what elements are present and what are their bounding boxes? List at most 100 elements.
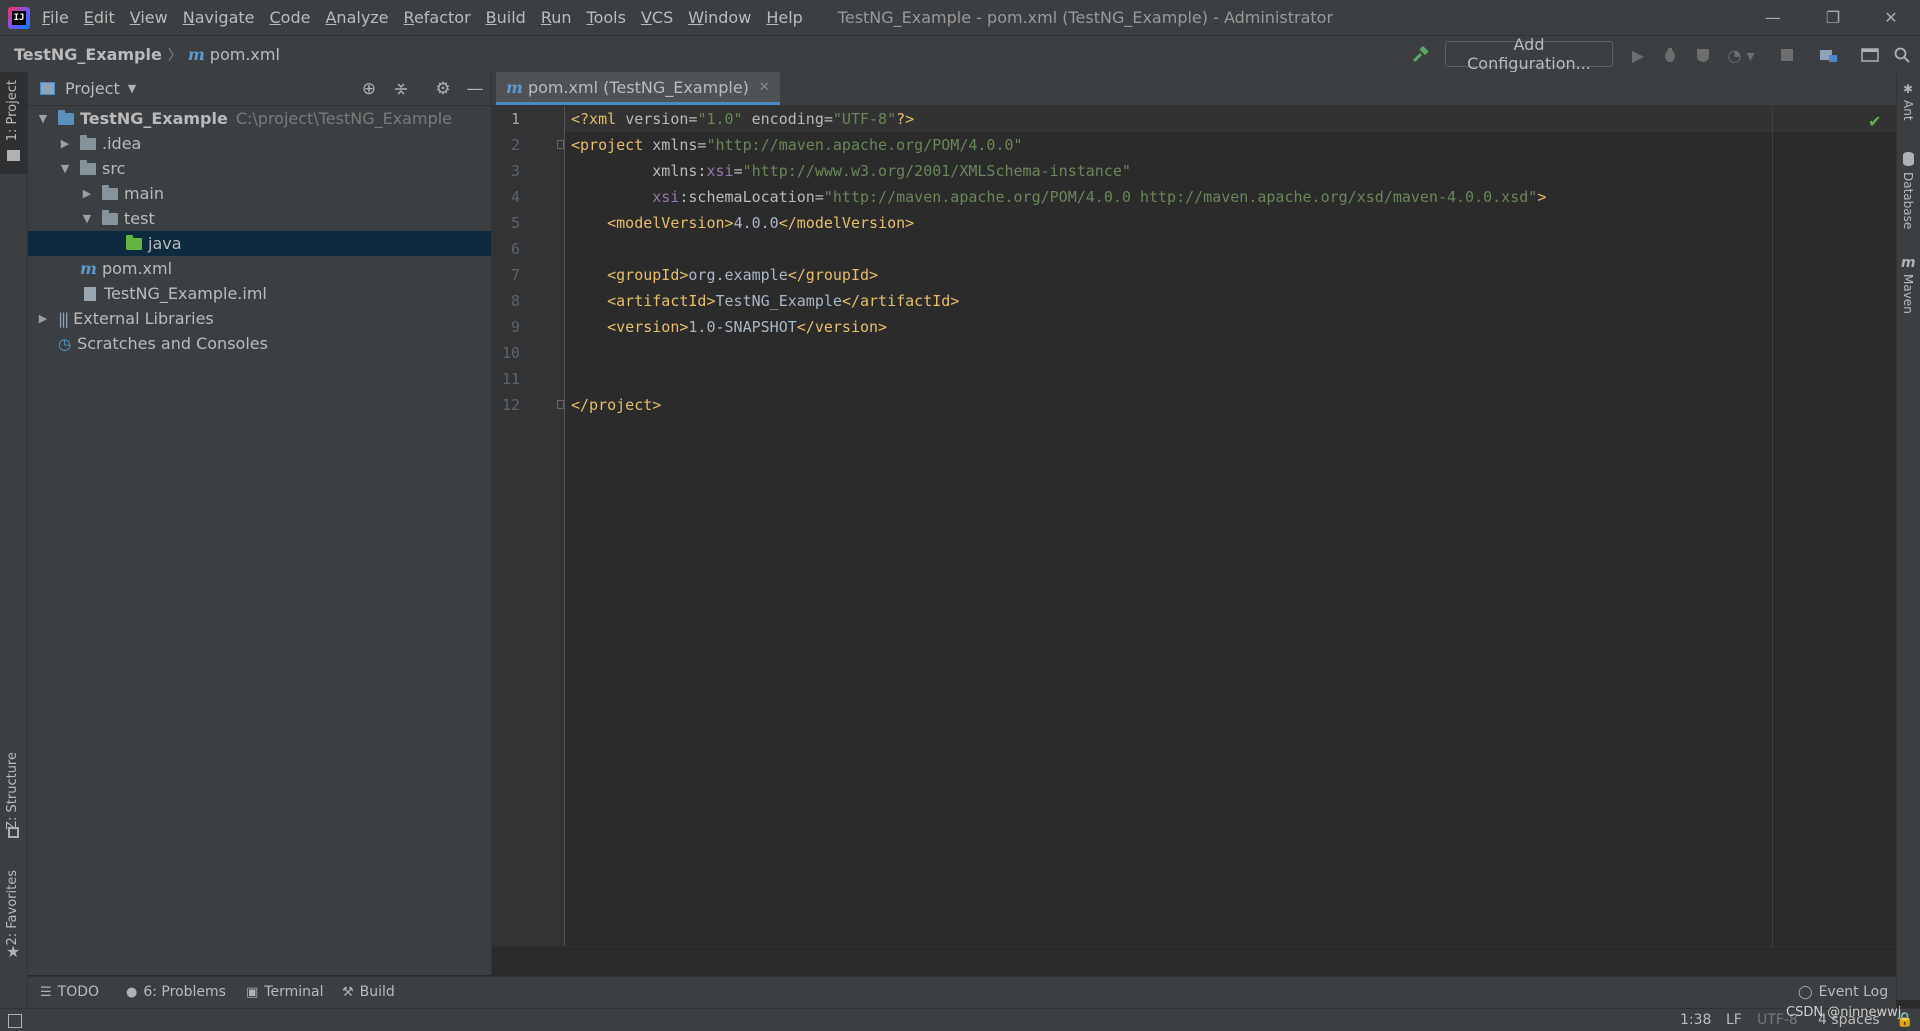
- tool-window-bar: ☰ TODO ● 6: Problems ▣ Terminal ⚒ Build ◯ Eve…: [28, 976, 1896, 1009]
- debug-icon[interactable]: [1659, 44, 1681, 66]
- inspection-ok-icon[interactable]: ✔: [1868, 112, 1881, 131]
- line-number: 8: [510, 292, 520, 310]
- menu-view[interactable]: View: [130, 8, 168, 27]
- tab-project[interactable]: 1: Project: [5, 80, 20, 141]
- maven-icon: m: [1901, 255, 1916, 271]
- code-line-8: <artifactId>TestNG_Example</artifactId>: [607, 292, 960, 310]
- tree-item-test[interactable]: ▼ test: [28, 206, 491, 231]
- tree-item-src[interactable]: ▼ src: [28, 156, 491, 181]
- tree-item-label: External Libraries: [73, 309, 214, 328]
- speech-bubble-icon: ◯: [1798, 984, 1813, 1000]
- breadcrumb-file[interactable]: pom.xml: [210, 45, 280, 64]
- chevron-right-icon[interactable]: ▶: [58, 137, 72, 150]
- minimize-button[interactable]: —: [1744, 0, 1802, 35]
- tree-item-project-root[interactable]: ▼ TestNG_Example C:\project\TestNG_Examp…: [28, 106, 491, 131]
- folder-icon: [102, 184, 118, 200]
- menu-build[interactable]: Build: [486, 8, 526, 27]
- project-view-selector[interactable]: Project: [65, 79, 120, 98]
- chevron-right-icon[interactable]: ▶: [36, 312, 50, 325]
- tab-pom-xml[interactable]: m pom.xml (TestNG_Example) ✕: [496, 72, 780, 105]
- add-configuration-button[interactable]: Add Configuration...: [1445, 35, 1613, 73]
- maven-file-icon: m: [80, 259, 97, 278]
- window-layout-icon[interactable]: [1859, 44, 1881, 66]
- menu-window[interactable]: Window: [688, 8, 751, 27]
- tree-item-pom[interactable]: m pom.xml: [28, 256, 491, 281]
- close-tab-icon[interactable]: ✕: [759, 80, 770, 95]
- code-line-3: xmlns:xsi="http://www.w3.org/2001/XMLSch…: [652, 162, 1131, 180]
- profiler-dropdown-icon[interactable]: ◔ ▾: [1724, 44, 1758, 66]
- caret-position[interactable]: 1:38: [1680, 1012, 1711, 1028]
- todo-button[interactable]: ☰ TODO: [40, 984, 99, 1000]
- chevron-down-icon[interactable]: ▼: [80, 212, 94, 225]
- line-number: 10: [501, 344, 520, 362]
- tab-maven[interactable]: Maven: [1901, 274, 1915, 314]
- menu-vcs[interactable]: VCS: [641, 8, 673, 27]
- tree-item-main[interactable]: ▶ main: [28, 181, 491, 206]
- fold-marker-icon[interactable]: [557, 400, 564, 409]
- menu-code[interactable]: Code: [270, 8, 311, 27]
- editor-gutter: 1 2 3 4 5 6 7 8 9 10 11 12: [492, 106, 565, 946]
- run-icon[interactable]: ▶: [1627, 44, 1649, 66]
- terminal-button[interactable]: ▣ Terminal: [246, 984, 323, 1000]
- locate-file-icon[interactable]: ⊕: [358, 78, 380, 100]
- watermark: CSDN @ninnewwj: [1786, 1005, 1902, 1020]
- build-hammer-icon[interactable]: [1409, 44, 1431, 66]
- collapse-all-icon[interactable]: [390, 78, 412, 100]
- menu-refactor[interactable]: Refactor: [404, 8, 471, 27]
- menu-edit[interactable]: Edit: [84, 8, 115, 27]
- fold-marker-icon[interactable]: [557, 140, 564, 149]
- line-separator[interactable]: LF: [1726, 1012, 1742, 1028]
- tab-structure[interactable]: Z: Structure: [5, 752, 20, 830]
- line-number: 4: [510, 188, 520, 206]
- menu-file[interactable]: File: [42, 8, 69, 27]
- close-window-button[interactable]: ✕: [1862, 0, 1920, 35]
- coverage-icon[interactable]: [1692, 44, 1714, 66]
- right-tool-strip: ✱ Ant Database m Maven: [1896, 72, 1920, 1000]
- menu-navigate[interactable]: Navigate: [183, 8, 255, 27]
- toggle-tool-windows-icon[interactable]: [8, 1014, 22, 1028]
- list-icon: ☰: [40, 984, 52, 1000]
- restore-button[interactable]: ❐: [1804, 0, 1862, 35]
- menu-run[interactable]: Run: [541, 8, 572, 27]
- search-everywhere-icon[interactable]: [1891, 44, 1913, 66]
- navigation-bar: TestNG_Example 〉 m pom.xml Add Configura…: [0, 35, 1920, 74]
- menu-analyze[interactable]: Analyze: [325, 8, 388, 27]
- line-number: 5: [510, 214, 520, 232]
- chevron-down-icon[interactable]: ▼: [58, 162, 72, 175]
- code-line-1: <?xml version="1.0" encoding="UTF-8"?>: [571, 110, 915, 128]
- chevron-down-icon[interactable]: ▼: [128, 82, 136, 95]
- project-folder-icon: [7, 150, 20, 161]
- code-editor[interactable]: ✔ <?xml version="1.0" encoding="UTF-8"?>…: [565, 106, 1896, 946]
- tree-item-scratches[interactable]: ◷ Scratches and Consoles: [28, 331, 491, 356]
- menu-tools[interactable]: Tools: [587, 8, 626, 27]
- tree-item-label: java: [148, 234, 182, 253]
- tree-item-external-libraries[interactable]: ▶ ||| External Libraries: [28, 306, 491, 331]
- tree-item-iml[interactable]: TestNG_Example.iml: [28, 281, 491, 306]
- event-log-button[interactable]: ◯ Event Log: [1798, 984, 1888, 1000]
- ant-icon: ✱: [1903, 82, 1914, 96]
- scratches-icon: ◷: [58, 334, 72, 353]
- tree-item-idea[interactable]: ▶ .idea: [28, 131, 491, 156]
- chevron-down-icon[interactable]: ▼: [36, 112, 50, 125]
- code-line-2: <project xmlns="http://maven.apache.org/…: [571, 136, 1023, 154]
- tree-item-label: test: [124, 209, 155, 228]
- tab-favorites[interactable]: 2: Favorites: [5, 870, 20, 946]
- project-structure-icon[interactable]: [1818, 44, 1840, 66]
- chevron-right-icon[interactable]: ▶: [80, 187, 94, 200]
- tree-item-java[interactable]: java: [28, 231, 491, 256]
- problems-button[interactable]: ● 6: Problems: [126, 984, 226, 1000]
- build-button[interactable]: ⚒ Build: [342, 984, 395, 1000]
- tab-database[interactable]: Database: [1901, 172, 1915, 229]
- stop-icon[interactable]: [1776, 44, 1798, 66]
- hide-panel-icon[interactable]: —: [464, 78, 486, 100]
- chevron-right-icon: 〉: [167, 47, 182, 64]
- star-icon: ★: [6, 942, 21, 961]
- line-number: 7: [510, 266, 520, 284]
- menu-help[interactable]: Help: [766, 8, 802, 27]
- gear-icon[interactable]: ⚙: [432, 78, 454, 100]
- lock-icon[interactable]: 🔒: [1896, 1012, 1913, 1028]
- structure-icon: [8, 827, 19, 838]
- tab-ant[interactable]: Ant: [1901, 100, 1915, 121]
- editor-breadcrumb-area: [492, 946, 1896, 976]
- breadcrumb-project[interactable]: TestNG_Example: [14, 45, 162, 64]
